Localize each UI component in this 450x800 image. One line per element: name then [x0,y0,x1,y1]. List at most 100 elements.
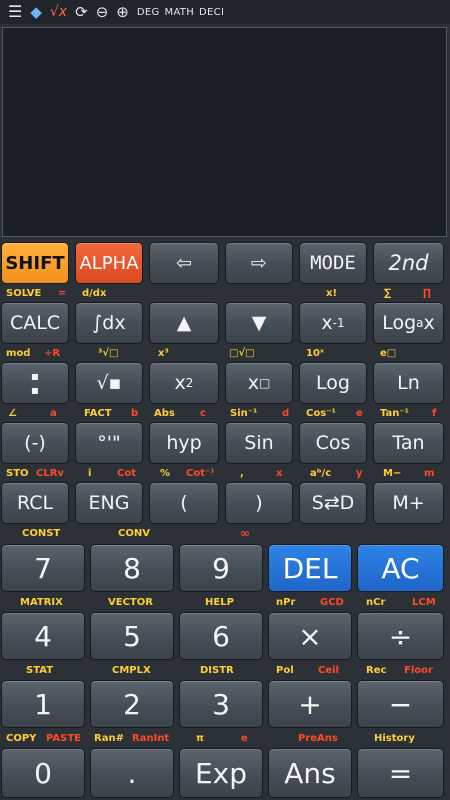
digit-1-button[interactable]: 1 [1,680,85,728]
cursor-right-button[interactable]: ⇨ [225,242,293,284]
calculator-display[interactable] [2,27,447,237]
floor-label: Floor [404,665,433,676]
fraction-button[interactable]: ▪▪ [1,362,69,404]
stat-label: STAT [26,665,54,676]
comma-label: , [240,468,244,479]
atan-label: Tan⁻¹ [380,408,410,419]
eng-button[interactable]: ENG [75,482,143,524]
fact-label: FACT [84,408,112,419]
refresh-icon[interactable]: ⟳ [75,4,88,20]
digit-9-button[interactable]: 9 [179,544,263,592]
input-mode-indicator: MATH [164,6,195,18]
remainder-label: ÷R [44,348,61,359]
sqrt-button[interactable]: √▪ [75,362,143,404]
acot-label: Cot⁻¹ [186,468,215,479]
right-paren-button[interactable]: ) [225,482,293,524]
vector-label: VECTOR [108,597,153,608]
plus-button[interactable]: + [268,680,352,728]
acos-label: Cos⁻¹ [306,408,336,419]
digit-6-button[interactable]: 6 [179,612,263,660]
log-base-button[interactable]: Log a x [373,302,444,344]
decimal-point-button[interactable]: . [90,748,174,798]
menu-icon[interactable]: ☰ [8,4,22,20]
asin-label: Sin⁻¹ [230,408,258,419]
minus-button[interactable]: − [357,680,444,728]
recall-button[interactable]: RCL [1,482,69,524]
divide-button[interactable]: ÷ [357,612,444,660]
mod-label: mod [6,348,31,359]
cursor-left-button[interactable]: ⇦ [149,242,219,284]
ncr-label: nCr [366,597,386,608]
var-e-label: e [356,408,363,419]
tan-button[interactable]: Tan [373,422,444,464]
preans-label: PreAns [298,733,338,744]
arrow-down-icon: ▼ [251,312,267,334]
nth-root-label: □√□ [229,348,255,359]
ln-button[interactable]: Ln [373,362,444,404]
cursor-down-button[interactable]: ▼ [225,302,293,344]
derivative-label: d/dx [82,288,107,299]
sin-button[interactable]: Sin [225,422,293,464]
mode-button[interactable]: MODE [299,242,367,284]
angle-mode-indicator: DEG [136,6,160,18]
delete-button[interactable]: DEL [268,544,352,592]
equals-button[interactable]: = [357,748,444,798]
calc-button[interactable]: CALC [1,302,69,344]
digit-4-button[interactable]: 4 [1,612,85,660]
inverse-button[interactable]: x -1 [299,302,367,344]
digit-0-button[interactable]: 0 [1,748,85,798]
digit-7-button[interactable]: 7 [1,544,85,592]
memory-plus-button[interactable]: M+ [373,482,444,524]
var-d-label: d [282,408,290,419]
plus-circle-icon[interactable]: ⊕ [116,4,129,20]
multiply-button[interactable]: × [268,612,352,660]
hyp-button[interactable]: hyp [149,422,219,464]
digit-2-button[interactable]: 2 [90,680,174,728]
random-int-label: RanInt [132,733,170,744]
digit-5-button[interactable]: 5 [90,612,174,660]
euler-e-label: e [241,733,248,744]
rectangular-label: Rec [366,665,387,676]
var-x-label: x [276,468,283,479]
digit-8-button[interactable]: 8 [90,544,174,592]
minus-circle-icon[interactable]: ⊖ [96,4,109,20]
log-button[interactable]: Log [299,362,367,404]
power-button[interactable]: x □ [225,362,293,404]
number-format-indicator: DECI [199,6,225,18]
digit-3-button[interactable]: 3 [179,680,263,728]
exponent-button[interactable]: Exp [179,748,263,798]
shift-button[interactable]: SHIFT [1,242,69,284]
abs-label: Abs [154,408,175,419]
integral-button[interactable]: ∫dx [75,302,143,344]
paste-label: PASTE [46,733,82,744]
var-c-label: c [200,408,206,419]
answer-button[interactable]: Ans [268,748,352,798]
var-m-label: m [424,468,435,479]
left-paren-button[interactable]: ( [149,482,219,524]
complex-label: CMPLX [112,665,151,676]
negative-button[interactable]: (-) [1,422,69,464]
cursor-up-button[interactable]: ▲ [149,302,219,344]
var-b-label: b [131,408,139,419]
cos-button[interactable]: Cos [299,422,367,464]
pi-label: π [196,733,204,744]
all-clear-button[interactable]: AC [357,544,444,592]
diamond-icon[interactable]: ◆ [30,4,42,20]
clrv-label: CLRv [36,468,64,479]
s-to-d-button[interactable]: S⇄D [299,482,367,524]
degree-minute-second-button[interactable]: °'" [75,422,143,464]
alpha-button[interactable]: ALPHA [75,242,143,284]
var-f-label: f [432,408,437,419]
mixed-fraction-label: aᵇ/c [310,468,332,479]
second-function-button[interactable]: 2nd [373,242,444,284]
sqrt-x-icon[interactable]: √x [50,5,67,19]
cube-label: x³ [158,348,169,359]
square-button[interactable]: x2 [149,362,219,404]
infinity-label: ∞ [240,526,250,540]
arrow-right-icon: ⇨ [251,252,267,274]
sto-label: STO [6,468,29,479]
sqrt-icon: √▪ [96,372,122,394]
cot-label: Cot [117,468,136,479]
distribution-label: DISTR [200,665,234,676]
var-y-label: y [356,468,363,479]
